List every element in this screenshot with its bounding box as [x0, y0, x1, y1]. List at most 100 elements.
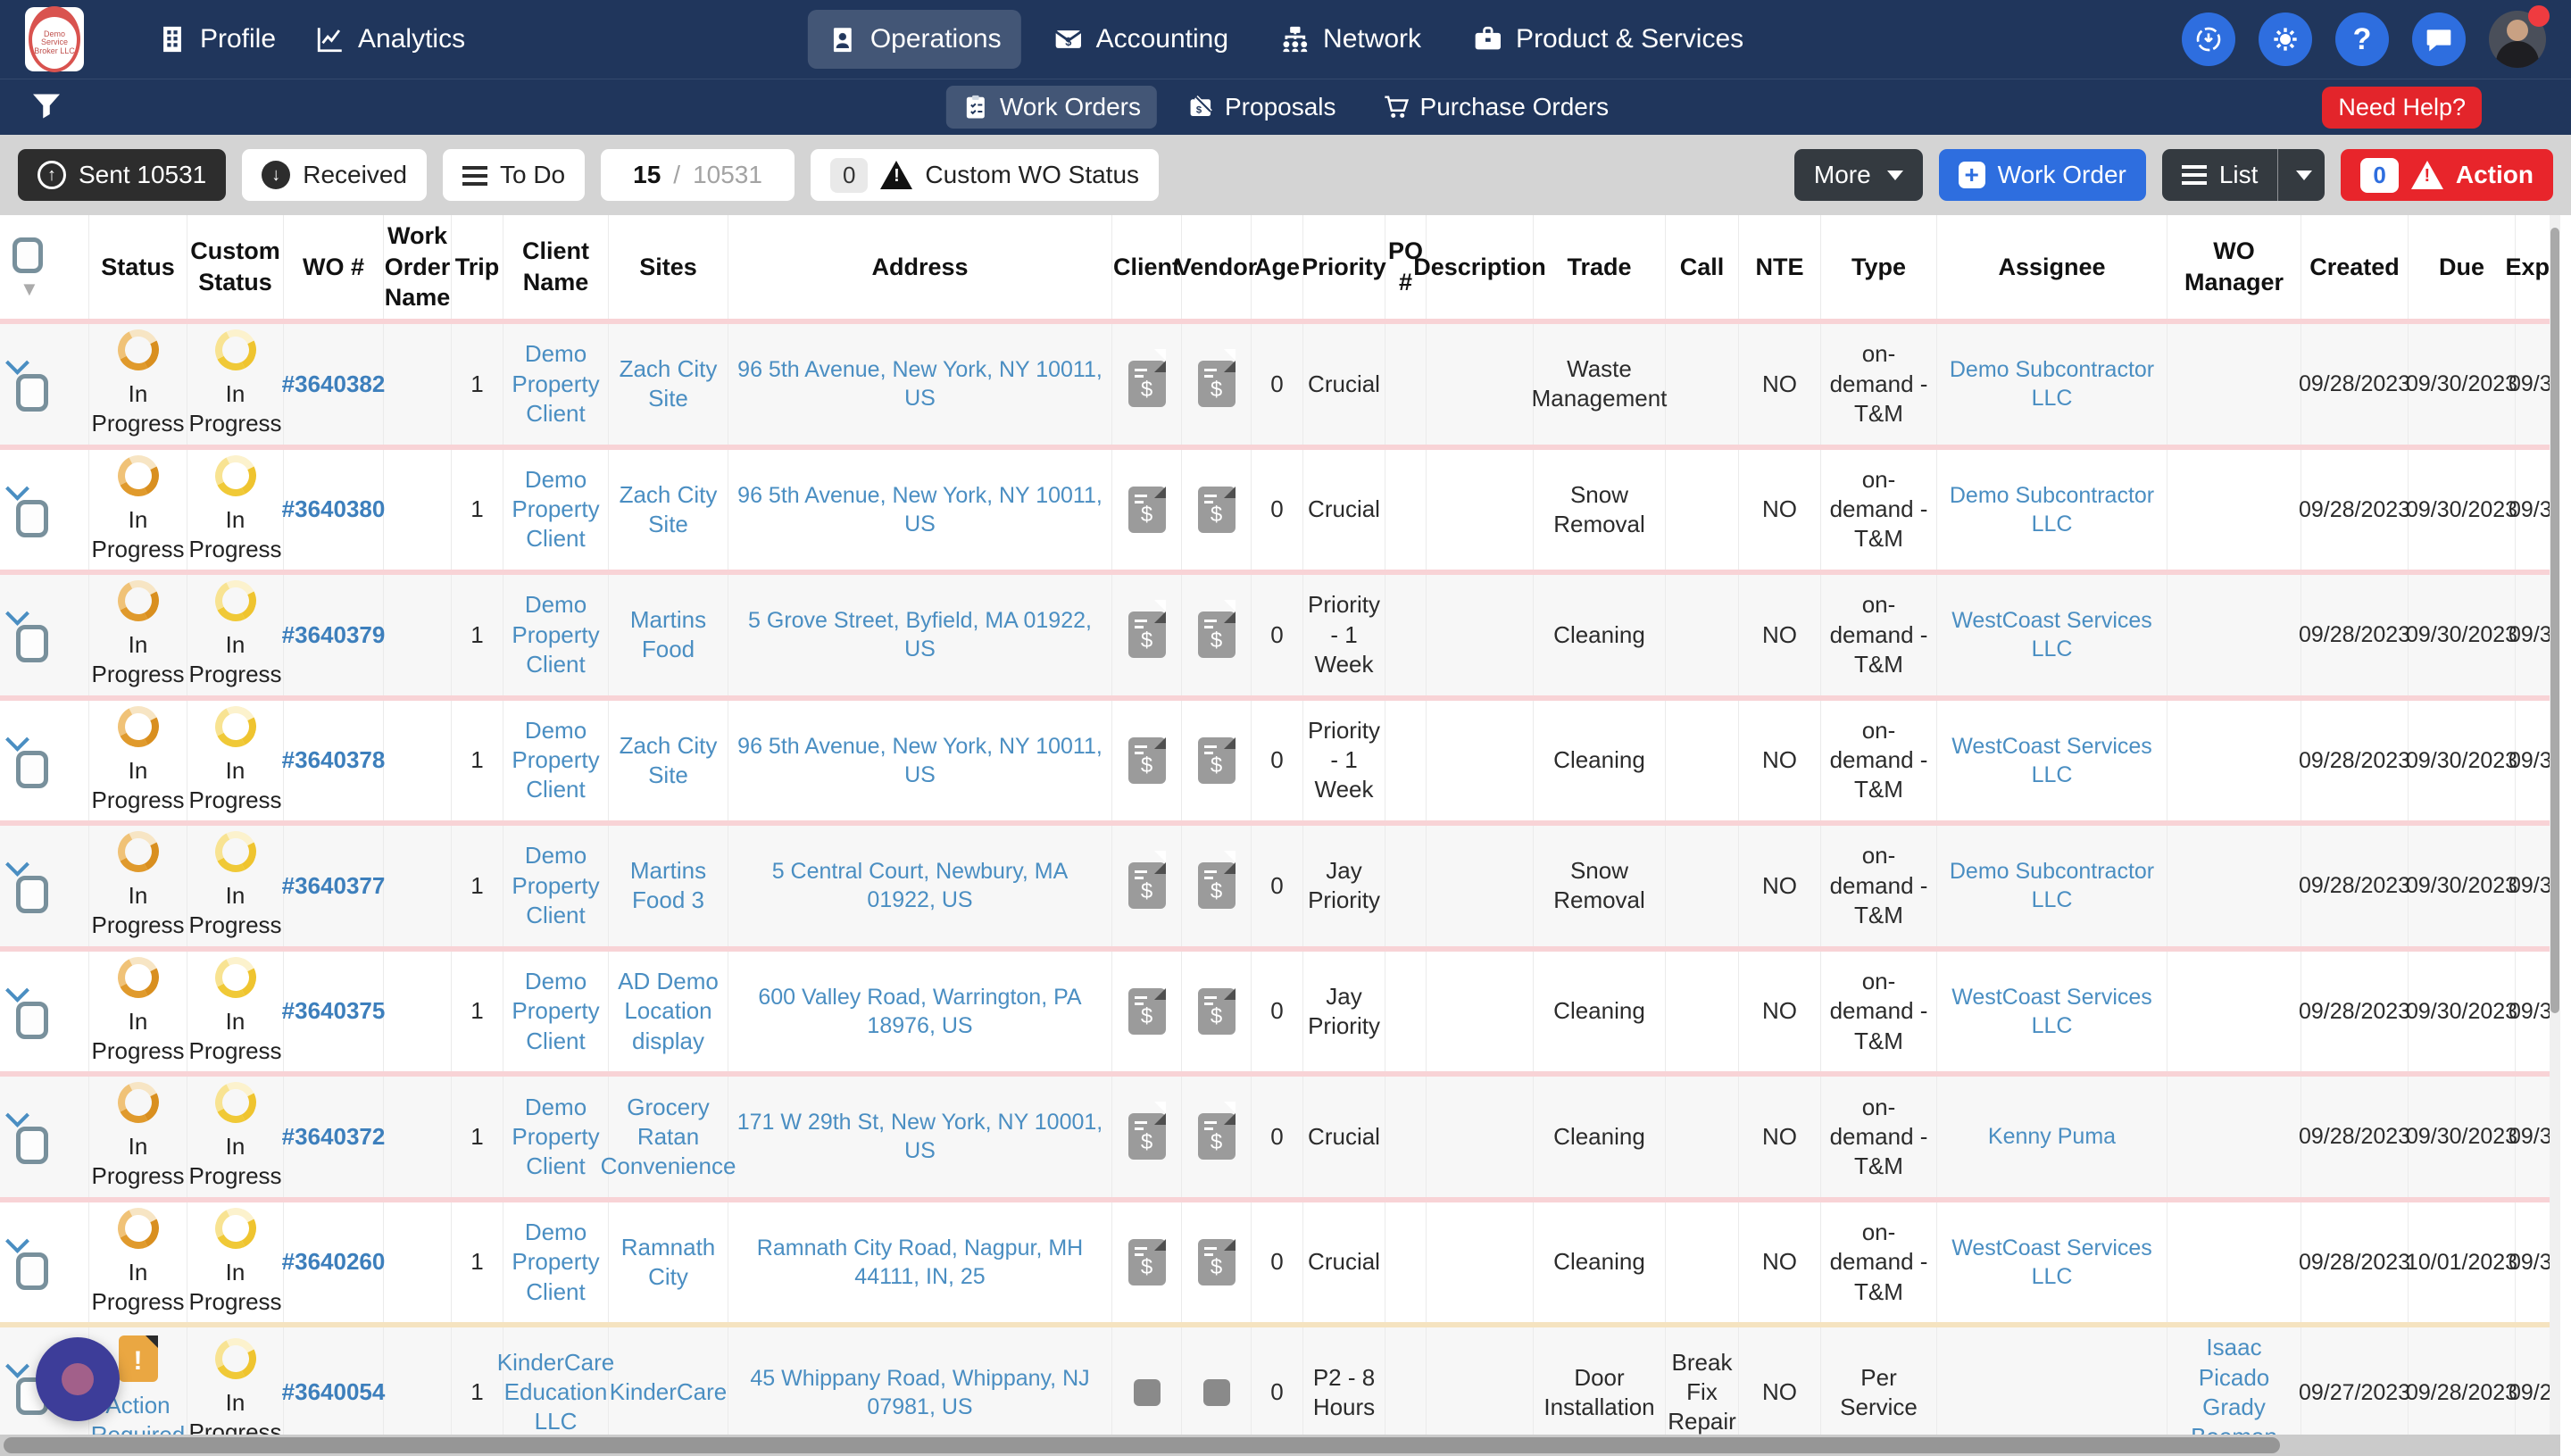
wo-number-link[interactable]: #3640379 — [282, 620, 386, 650]
site-link[interactable]: Zach City Site — [616, 731, 720, 791]
vendor-invoice-icon[interactable]: $ — [1197, 1227, 1236, 1285]
nav-profile[interactable]: Profile — [137, 10, 295, 69]
row-checkbox[interactable] — [16, 1127, 48, 1165]
assignee-link[interactable]: Demo Subcontractor LLC — [1944, 857, 2159, 914]
column-header-description[interactable]: Description — [1413, 215, 1546, 319]
wo-number-link[interactable]: #3640380 — [282, 495, 386, 524]
column-header-wo[interactable]: WO # — [284, 215, 384, 319]
wo-number-link[interactable]: #3640260 — [282, 1247, 386, 1277]
tab-proposals[interactable]: $ Proposals — [1171, 86, 1352, 129]
column-header-sites[interactable]: Sites — [609, 215, 728, 319]
client-name-link[interactable]: Demo Property Client — [511, 590, 601, 679]
vendor-invoice-icon[interactable]: $ — [1197, 851, 1236, 910]
column-header-assignee[interactable]: Assignee — [1937, 215, 2167, 319]
column-header-created[interactable]: Created — [2301, 215, 2409, 319]
client-invoice-icon[interactable]: $ — [1127, 1227, 1166, 1285]
column-header-call[interactable]: Call — [1666, 215, 1739, 319]
list-view-dropdown[interactable] — [2277, 149, 2313, 201]
column-header-age[interactable]: Age — [1252, 215, 1303, 319]
address-link[interactable]: 5 Grove Street, Byfield, MA 01922, US — [736, 606, 1104, 663]
row-checkbox[interactable] — [16, 876, 48, 914]
row-expand-chevron-icon[interactable] — [5, 978, 29, 1003]
chat-widget-launcher[interactable] — [36, 1337, 120, 1421]
site-link[interactable]: Zach City Site — [616, 480, 720, 540]
settings-button[interactable] — [2259, 12, 2312, 66]
column-header-work-order-name[interactable]: Work Order Name — [384, 215, 452, 319]
column-header-wo-manager[interactable]: WO Manager — [2167, 215, 2301, 319]
assignee-link[interactable]: Kenny Puma — [1988, 1122, 2116, 1151]
client-invoice-icon[interactable]: $ — [1127, 725, 1166, 784]
header-dropdown-icon[interactable]: ▼ — [20, 277, 39, 302]
new-work-order-button[interactable]: + Work Order — [1938, 149, 2146, 201]
column-header-nte[interactable]: NTE — [1739, 215, 1821, 319]
client-invoice-icon[interactable]: $ — [1127, 851, 1166, 910]
received-filter-button[interactable]: ↓ Received — [242, 149, 427, 201]
need-help-button[interactable]: Need Help? — [2322, 87, 2482, 129]
client-name-link[interactable]: Demo Property Client — [511, 1093, 601, 1182]
list-view-button[interactable]: List — [2161, 149, 2326, 201]
nav-operations[interactable]: Operations — [807, 10, 1021, 69]
vertical-scrollbar[interactable] — [2550, 215, 2560, 1456]
chat-button[interactable] — [2412, 12, 2466, 66]
vendor-invoice-icon[interactable]: $ — [1197, 349, 1236, 408]
column-header-address[interactable]: Address — [728, 215, 1112, 319]
column-header-vendor[interactable]: Vendor — [1176, 215, 1257, 319]
wo-number-link[interactable]: #3640378 — [282, 745, 386, 775]
row-expand-chevron-icon[interactable] — [5, 476, 29, 501]
sent-filter-button[interactable]: ↑ Sent 10531 — [18, 149, 227, 201]
todo-filter-button[interactable]: To Do — [442, 149, 586, 201]
column-header-due[interactable]: Due — [2409, 215, 2516, 319]
vendor-invoice-icon[interactable]: $ — [1197, 976, 1236, 1035]
column-header-trip[interactable]: Trip — [452, 215, 503, 319]
column-header-client-name[interactable]: Client Name — [503, 215, 609, 319]
client-name-link[interactable]: Demo Property Client — [511, 1218, 601, 1307]
site-link[interactable]: Zach City Site — [616, 354, 720, 414]
wo-manager-link[interactable]: Isaac Picado — [2175, 1333, 2293, 1393]
row-expand-chevron-icon[interactable] — [5, 351, 29, 375]
vendor-invoice-icon[interactable]: $ — [1197, 1102, 1236, 1161]
assignee-link[interactable]: WestCoast Services LLC — [1944, 606, 2159, 663]
row-checkbox[interactable] — [16, 750, 48, 788]
horizontal-scrollbar[interactable] — [0, 1435, 2560, 1456]
client-invoice-icon[interactable]: $ — [1127, 474, 1166, 533]
address-link[interactable]: 171 W 29th St, New York, NY 10001, US — [736, 1108, 1104, 1165]
select-all-checkbox[interactable] — [12, 237, 43, 273]
site-link[interactable]: AD Demo Location display — [616, 967, 720, 1056]
nav-products[interactable]: Product & Services — [1453, 10, 1763, 69]
column-header-client[interactable]: Client — [1112, 215, 1182, 319]
wo-number-link[interactable]: #3640375 — [282, 996, 386, 1026]
client-invoice-icon[interactable]: $ — [1127, 349, 1166, 408]
client-invoice-icon[interactable]: $ — [1127, 976, 1166, 1035]
assignee-link[interactable]: WestCoast Services LLC — [1944, 983, 2159, 1040]
address-link[interactable]: 96 5th Avenue, New York, NY 10011, US — [736, 732, 1104, 789]
client-name-link[interactable]: KinderCare Education LLC — [497, 1348, 615, 1437]
row-expand-chevron-icon[interactable] — [5, 853, 29, 878]
wo-number-link[interactable]: #3640372 — [282, 1122, 386, 1152]
horizontal-scrollbar-thumb[interactable] — [4, 1437, 2280, 1453]
wo-number-link[interactable]: #3640054 — [282, 1377, 386, 1407]
vendor-invoice-icon[interactable]: $ — [1197, 600, 1236, 659]
nav-analytics[interactable]: Analytics — [295, 10, 485, 69]
vertical-scrollbar-thumb[interactable] — [2550, 228, 2559, 1013]
row-expand-chevron-icon[interactable] — [5, 1354, 29, 1379]
row-expand-chevron-icon[interactable] — [5, 602, 29, 626]
row-checkbox[interactable] — [16, 625, 48, 663]
client-name-link[interactable]: Demo Property Client — [511, 339, 601, 428]
row-checkbox[interactable] — [16, 1001, 48, 1039]
client-name-link[interactable]: Demo Property Client — [511, 465, 601, 554]
more-button[interactable]: More — [1793, 149, 1923, 201]
client-name-link[interactable]: Demo Property Client — [511, 716, 601, 805]
address-link[interactable]: 96 5th Avenue, New York, NY 10011, US — [736, 481, 1104, 538]
address-link[interactable]: 5 Central Court, Newbury, MA 01922, US — [736, 857, 1104, 914]
tab-purchase-orders[interactable]: Purchase Orders — [1367, 86, 1626, 129]
row-checkbox[interactable] — [16, 374, 48, 412]
assignee-link[interactable]: WestCoast Services LLC — [1944, 1234, 2159, 1291]
client-invoice-icon[interactable]: $ — [1127, 1102, 1166, 1161]
site-link[interactable]: Martins Food 3 — [616, 856, 720, 916]
client-name-link[interactable]: Demo Property Client — [511, 967, 601, 1056]
site-link[interactable]: KinderCare — [610, 1377, 728, 1407]
column-header-status[interactable]: Status — [89, 215, 187, 319]
vendor-invoice-icon[interactable]: $ — [1197, 725, 1236, 784]
assignee-link[interactable]: WestCoast Services LLC — [1944, 732, 2159, 789]
column-header-trade[interactable]: Trade — [1534, 215, 1666, 319]
